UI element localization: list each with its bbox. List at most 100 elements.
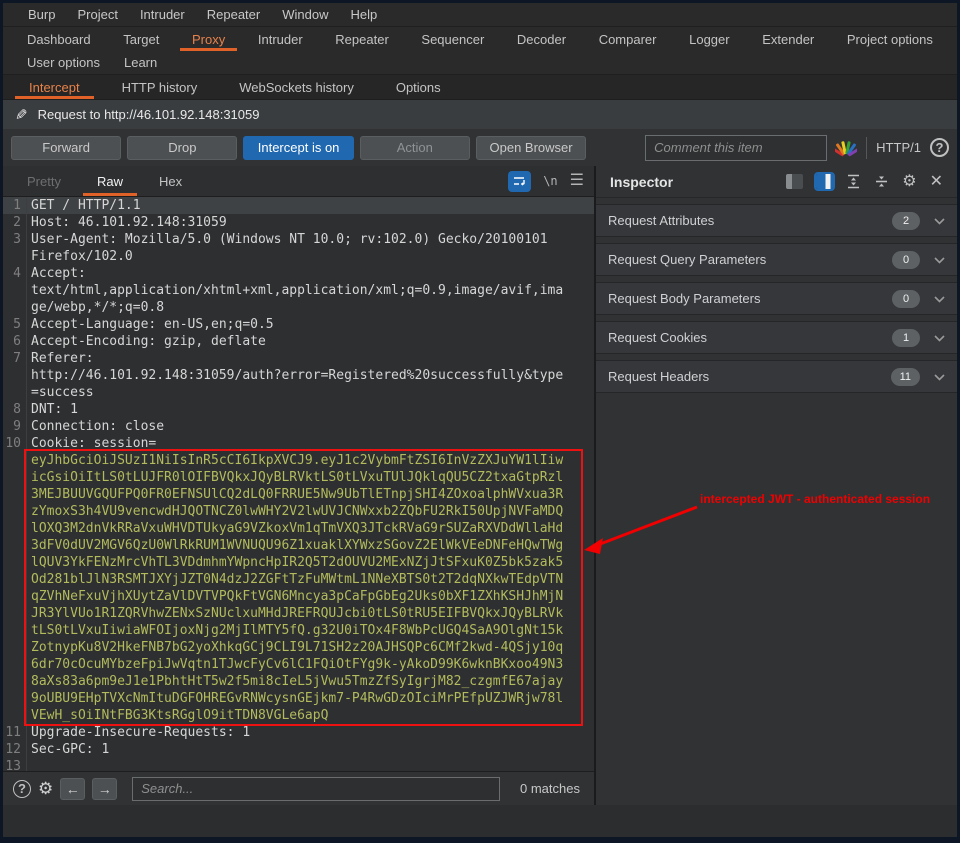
editor-tab-pretty[interactable]: Pretty bbox=[13, 166, 75, 196]
chevron-down-icon[interactable] bbox=[934, 329, 945, 347]
highlighter-color-icon[interactable] bbox=[835, 138, 857, 158]
tab-learn[interactable]: Learn bbox=[112, 51, 169, 74]
jwt-token-line[interactable]: VEwH_sOiINtFBG3KtsRGglO9itTDN8VGLe6apQ bbox=[3, 707, 594, 724]
request-line[interactable]: 3User-Agent: Mozilla/5.0 (Windows NT 10.… bbox=[3, 231, 594, 248]
divider bbox=[866, 137, 867, 159]
raw-request-view[interactable]: 1GET / HTTP/1.12Host: 46.101.92.148:3105… bbox=[3, 197, 594, 771]
dock-right-icon[interactable] bbox=[816, 174, 833, 189]
menu-intruder[interactable]: Intruder bbox=[129, 7, 196, 22]
line-text: qZVhNeFxuVjhXUytZaVlDVTVPQkFtVGN6Mncya3p… bbox=[27, 588, 563, 605]
chevron-down-icon[interactable] bbox=[934, 290, 945, 308]
request-line[interactable]: 1GET / HTTP/1.1 bbox=[3, 197, 594, 214]
search-input[interactable] bbox=[132, 777, 500, 801]
chevron-down-icon[interactable] bbox=[934, 368, 945, 386]
chevron-down-icon[interactable] bbox=[934, 251, 945, 269]
tab-intruder[interactable]: Intruder bbox=[246, 27, 315, 51]
tab-logger[interactable]: Logger bbox=[677, 27, 741, 51]
menu-project[interactable]: Project bbox=[66, 7, 128, 22]
help-icon[interactable]: ? bbox=[930, 138, 949, 157]
show-newlines-toggle-icon[interactable]: \n bbox=[543, 174, 557, 188]
search-help-icon[interactable]: ? bbox=[13, 780, 31, 798]
soft-wrap-toggle-icon[interactable] bbox=[508, 171, 531, 192]
jwt-token-line[interactable]: Od281blJlN3RSMTJXYjJZT0N4dzJ2ZGFtTzFuMWt… bbox=[3, 571, 594, 588]
tab-decoder[interactable]: Decoder bbox=[505, 27, 578, 51]
request-line[interactable]: 11Upgrade-Insecure-Requests: 1 bbox=[3, 724, 594, 741]
request-line[interactable]: 8DNT: 1 bbox=[3, 401, 594, 418]
jwt-token-line[interactable]: 8aXs83a6pm9eJ1e1PbhtHtT5w2f5mi8cIeL5jVwu… bbox=[3, 673, 594, 690]
request-line[interactable]: 7Referer: bbox=[3, 350, 594, 367]
tab-project-options[interactable]: Project options bbox=[835, 27, 945, 51]
request-line[interactable]: 9Connection: close bbox=[3, 418, 594, 435]
jwt-token-line[interactable]: icGsiOiItLS0tLUJFR0lOIFBVQkxJQyBLRVktLS0… bbox=[3, 469, 594, 486]
drop-button[interactable]: Drop bbox=[127, 136, 237, 160]
edit-pencil-icon[interactable]: ✎ bbox=[15, 106, 28, 124]
request-line[interactable]: ge/webp,*/*;q=0.8 bbox=[3, 299, 594, 316]
message-editor-pane: Pretty Raw Hex \n ☰ 1GET / HTTP/1.12Host: … bbox=[3, 166, 596, 805]
jwt-token-line[interactable]: 6dr70cOcuMYbzeFpiJwVqtn1TJwcFyCv6lC1FQiO… bbox=[3, 656, 594, 673]
jwt-token-line[interactable]: tLS0tLVxuIiwiaWFOIjoxNjg2MjIlMTY5fQ.g32U… bbox=[3, 622, 594, 639]
jwt-token-line[interactable]: eyJhbGciOiJSUzI1NiIsInR5cCI6IkpXVCJ9.eyJ… bbox=[3, 452, 594, 469]
jwt-token-line[interactable]: lOXQ3M2dnVkRRaVxuWHVDTUkyaG9VZkoxVm1qTmV… bbox=[3, 520, 594, 537]
inspector-settings-icon[interactable]: ⚙ bbox=[902, 174, 916, 190]
menu-help[interactable]: Help bbox=[339, 7, 388, 22]
inspector-close-icon[interactable]: ✕ bbox=[930, 174, 943, 190]
search-settings-gear-icon[interactable]: ⚙ bbox=[38, 779, 53, 799]
jwt-token-line[interactable]: ZotnypKu8V2HkeFNB7bG2yoXhkqGCj9CLI9L71SH… bbox=[3, 639, 594, 656]
inspector-section-request-cookies[interactable]: Request Cookies1 bbox=[596, 321, 957, 354]
inspector-section-request-headers[interactable]: Request Headers11 bbox=[596, 360, 957, 393]
request-line[interactable]: text/html,application/xhtml+xml,applicat… bbox=[3, 282, 594, 299]
editor-menu-icon[interactable]: ☰ bbox=[570, 173, 584, 189]
inspector-section-request-body-parameters[interactable]: Request Body Parameters0 bbox=[596, 282, 957, 315]
tab-dashboard[interactable]: Dashboard bbox=[15, 27, 103, 51]
dock-left-icon[interactable] bbox=[786, 174, 803, 189]
menu-window[interactable]: Window bbox=[271, 7, 339, 22]
search-next-button[interactable]: → bbox=[92, 778, 117, 800]
menu-repeater[interactable]: Repeater bbox=[196, 7, 271, 22]
tab-user-options[interactable]: User options bbox=[15, 51, 112, 74]
inspector-section-request-query-parameters[interactable]: Request Query Parameters0 bbox=[596, 243, 957, 276]
jwt-token-line[interactable]: 9oUBU9EHpTVXcNmItuDGFOHREGvRNWcysnGEjkm7… bbox=[3, 690, 594, 707]
request-line[interactable]: 10Cookie: session= bbox=[3, 435, 594, 452]
editor-tab-hex[interactable]: Hex bbox=[145, 166, 196, 196]
tab-target[interactable]: Target bbox=[111, 27, 171, 51]
comment-input[interactable] bbox=[645, 135, 827, 161]
request-line[interactable]: Firefox/102.0 bbox=[3, 248, 594, 265]
search-prev-button[interactable]: ← bbox=[60, 778, 85, 800]
forward-button[interactable]: Forward bbox=[11, 136, 121, 160]
expand-all-icon[interactable] bbox=[846, 174, 861, 189]
subtab-intercept[interactable]: Intercept bbox=[15, 75, 94, 99]
jwt-token-line[interactable]: 3MEJBUUVGQUFPQ0FR0EFNSUlCQ2dLQ0FRRUE5Nw9… bbox=[3, 486, 594, 503]
menu-burp[interactable]: Burp bbox=[17, 7, 66, 22]
request-line[interactable]: 6Accept-Encoding: gzip, deflate bbox=[3, 333, 594, 350]
chevron-down-icon[interactable] bbox=[934, 212, 945, 230]
tab-extender[interactable]: Extender bbox=[750, 27, 826, 51]
menubar: BurpProjectIntruderRepeaterWindowHelp bbox=[3, 3, 957, 27]
collapse-all-icon[interactable] bbox=[874, 174, 889, 189]
request-line[interactable]: 4Accept: bbox=[3, 265, 594, 282]
jwt-token-line[interactable]: JR3YlVUo1R1ZQRVhwZENxSzNUclxuMHdJREFRQUJ… bbox=[3, 605, 594, 622]
jwt-token-line[interactable]: zYmoxS3h4VU9vencwdHJQOTNCZ0lwWHY2V2lwUVJ… bbox=[3, 503, 594, 520]
tab-proxy[interactable]: Proxy bbox=[180, 27, 237, 51]
open-browser-button[interactable]: Open Browser bbox=[476, 136, 586, 160]
tab-repeater[interactable]: Repeater bbox=[323, 27, 400, 51]
request-line[interactable]: http://46.101.92.148:31059/auth?error=Re… bbox=[3, 367, 594, 384]
request-line[interactable]: 12Sec-GPC: 1 bbox=[3, 741, 594, 758]
intercept-toggle-button[interactable]: Intercept is on bbox=[243, 136, 353, 160]
editor-tab-raw[interactable]: Raw bbox=[83, 166, 137, 196]
request-line[interactable]: =success bbox=[3, 384, 594, 401]
jwt-token-line[interactable]: qZVhNeFxuVjhXUytZaVlDVTVPQkFtVGN6Mncya3p… bbox=[3, 588, 594, 605]
line-number bbox=[3, 299, 27, 316]
subtab-options[interactable]: Options bbox=[382, 75, 455, 99]
jwt-token-line[interactable]: lQUV3YkFENzMrcVhTL3VDdmhmYWpncHpIR2Q5T2d… bbox=[3, 554, 594, 571]
subtab-http-history[interactable]: HTTP history bbox=[108, 75, 212, 99]
http-version-label[interactable]: HTTP/1 bbox=[876, 140, 921, 155]
request-line[interactable]: 5Accept-Language: en-US,en;q=0.5 bbox=[3, 316, 594, 333]
tab-comparer[interactable]: Comparer bbox=[587, 27, 669, 51]
inspector-section-request-attributes[interactable]: Request Attributes2 bbox=[596, 204, 957, 237]
action-button[interactable]: Action bbox=[360, 136, 470, 160]
tab-sequencer[interactable]: Sequencer bbox=[409, 27, 496, 51]
request-line[interactable]: 2Host: 46.101.92.148:31059 bbox=[3, 214, 594, 231]
jwt-token-line[interactable]: 3dFV0dUV2MGV6QzU0WlRkRUM1WVNUQU96Z1xuakl… bbox=[3, 537, 594, 554]
request-line[interactable]: 13 bbox=[3, 758, 594, 771]
subtab-websockets-history[interactable]: WebSockets history bbox=[225, 75, 368, 99]
